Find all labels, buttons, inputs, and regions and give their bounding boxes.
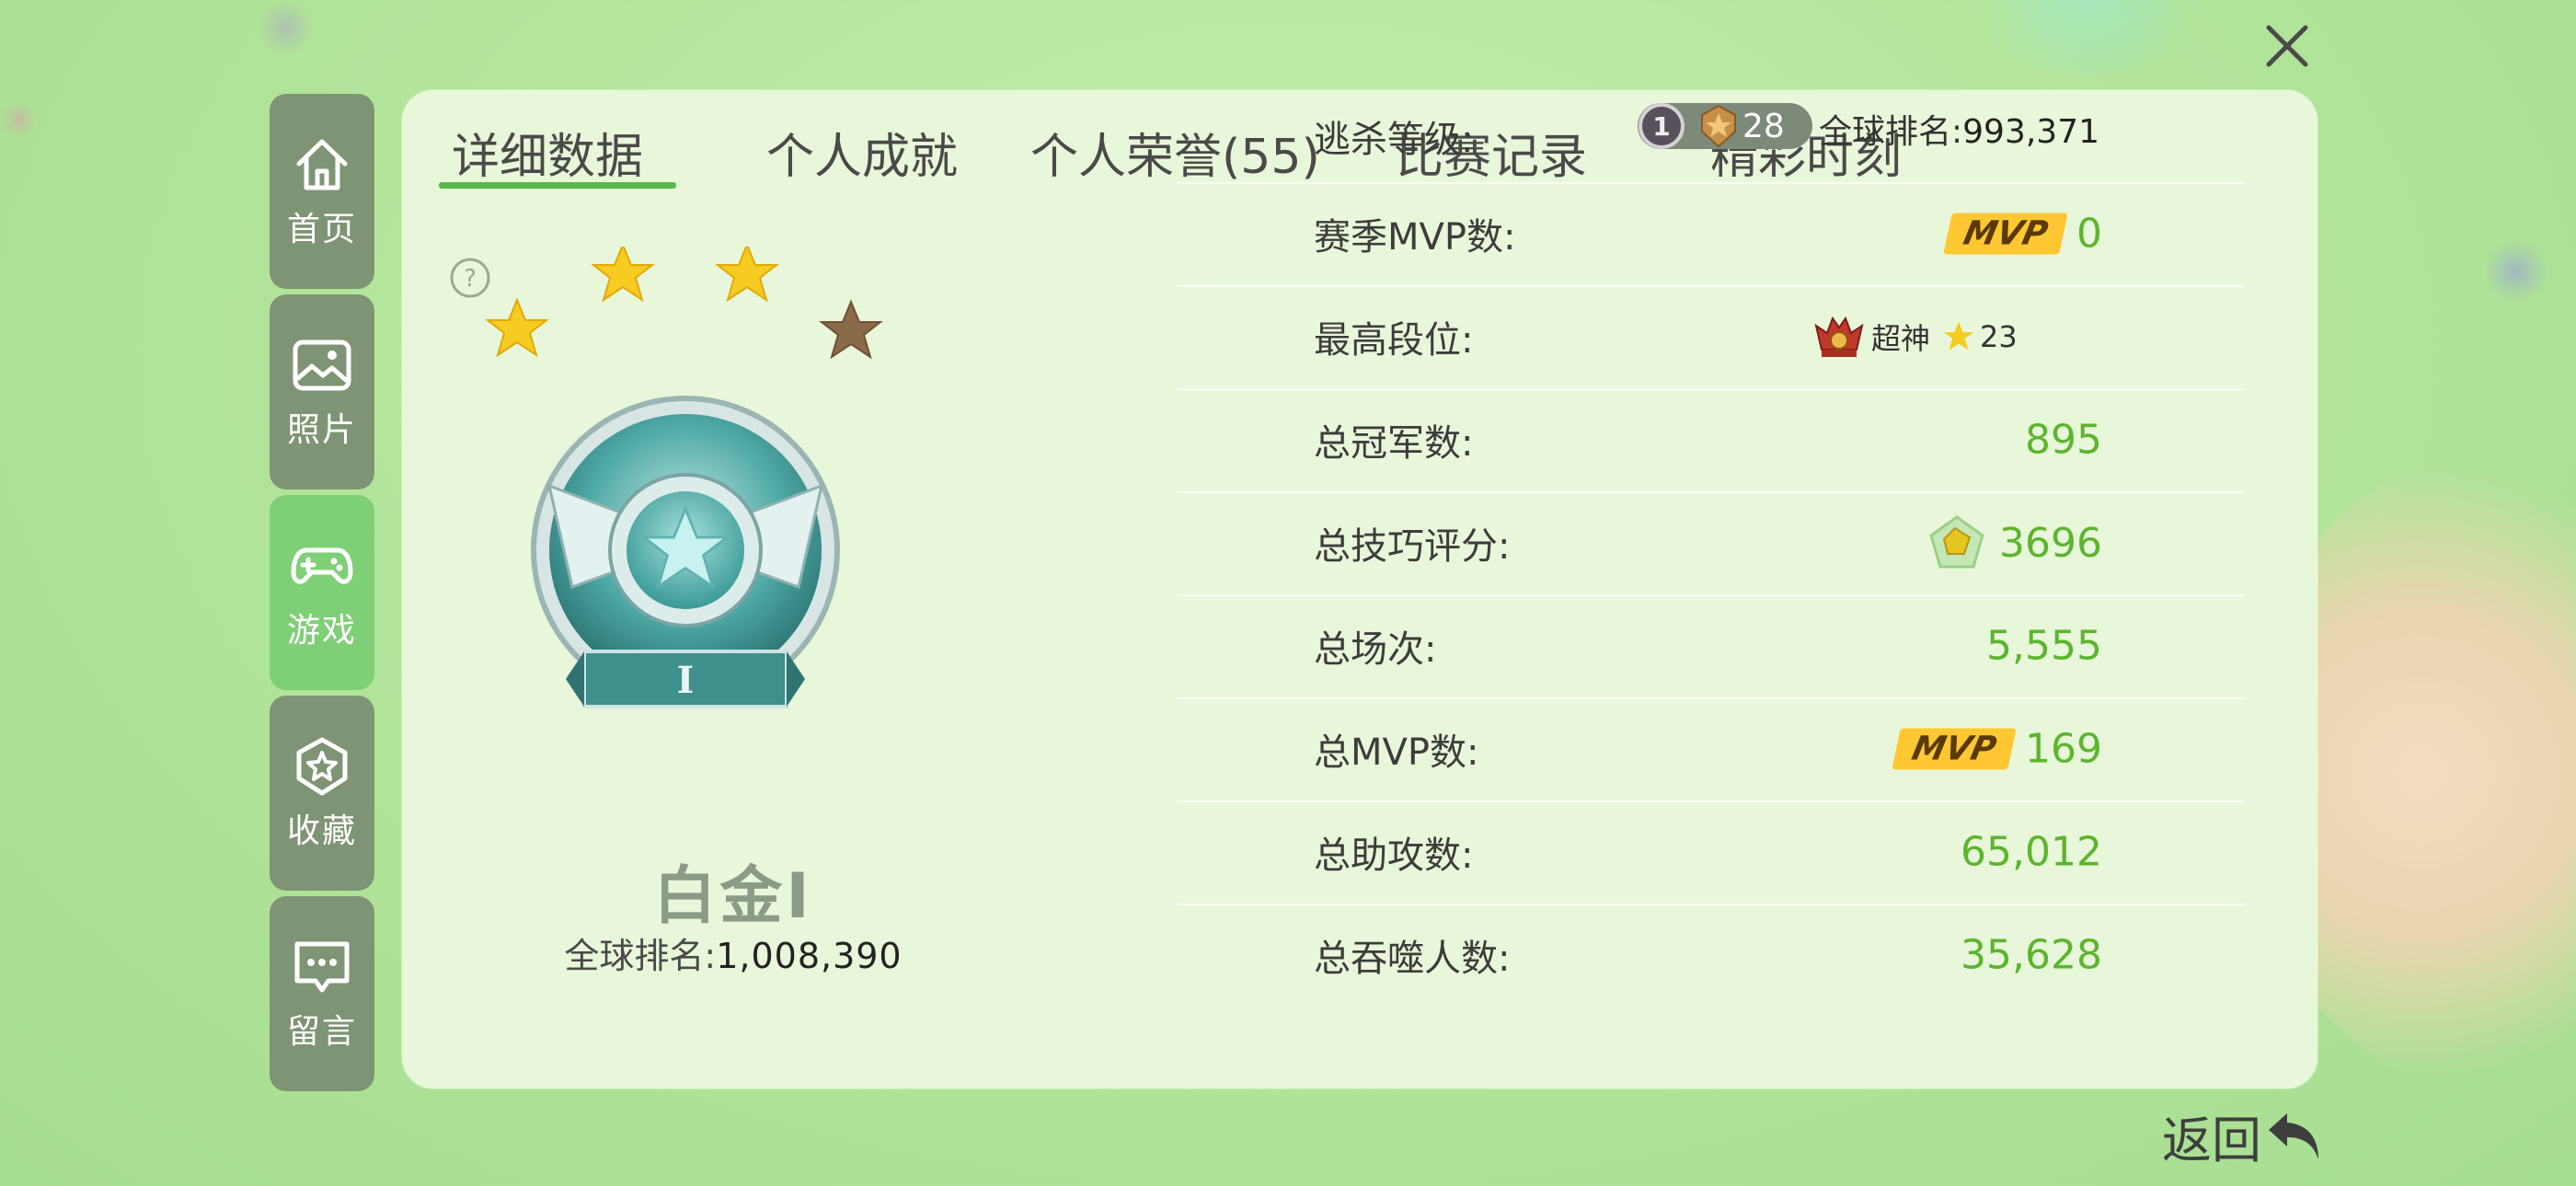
skill-pentagon-icon [1929,515,1984,569]
tab-achievements[interactable]: 个人成就 [766,118,958,187]
stat-label: 总吞噬人数: [1314,938,1511,980]
svg-text:?: ? [464,265,477,293]
rank-emblem: I [485,247,883,708]
home-icon [296,139,348,190]
background-blob [1950,0,2226,74]
sidebar-item-label: 留言 [286,1013,357,1051]
back-arrow-icon [2269,1112,2318,1159]
stat-row-season-mvp: 赛季MVP数: MVP 0 [1178,182,2245,287]
stat-label: 最高段位: [1314,319,1474,362]
mvp-badge: MVP [1943,213,2068,255]
stat-value: 3696 [1927,513,2102,572]
supreme-rank-icon [1814,316,1864,357]
highest-rank-name: 超神 [1871,321,1931,356]
rank-star [591,247,655,303]
stat-row-level: 逃杀等级: 1 28 全球排名:993,371 [1178,90,2245,184]
rank-name: 白金Ⅰ [653,860,813,933]
stat-row-highest-rank: 最高段位: 超神 23 [1178,285,2245,390]
highest-rank-stars: 23 [1980,319,2018,354]
stat-value: MVP 0 [1943,211,2102,258]
sidebar-item-favorites[interactable]: 收藏 [270,696,374,891]
background-blob [258,0,313,55]
photo-icon [293,340,351,391]
sidebar-item-games[interactable]: 游戏 [270,495,374,690]
rank-star [819,299,883,360]
stat-value: 895 [2025,416,2102,464]
stat-label: 逃杀等级: [1314,119,1474,161]
sidebar: 首页 照片 游戏 收藏 留言 [270,94,374,1097]
sidebar-item-home[interactable]: 首页 [270,94,374,289]
rank-star [485,297,549,358]
back-label: 返回 [2162,1111,2261,1169]
sidebar-item-photos[interactable]: 照片 [270,294,374,489]
rank-global-ranking: 全球排名:1,008,390 [402,927,1064,978]
active-tab-indicator [439,182,676,189]
back-button[interactable]: 返回 [2162,1100,2326,1172]
stat-row-champions: 总冠军数: 895 [1178,388,2245,493]
stat-row-assists: 总助攻数: 65,012 [1178,800,2245,905]
stat-row-devoured: 总吞噬人数: 35,628 [1178,904,2245,1007]
gamepad-icon [291,547,353,584]
highest-rank-value: 超神 23 [1812,313,2018,361]
message-icon [294,941,350,993]
stat-value: 65,012 [1961,828,2102,876]
level-global-ranking: 全球排名:993,371 [1819,113,2100,151]
stat-value: 5,555 [1986,622,2102,670]
svg-text:1: 1 [1652,111,1670,142]
stat-value: MVP 169 [1892,726,2102,773]
main-panel: 详细数据 个人成就 个人荣誉(55) 比赛记录 精彩时刻 ? I 白金Ⅰ 全球排… [402,90,2317,1088]
mvp-badge: MVP [1892,728,2017,770]
stat-label: 总助攻数: [1314,835,1474,877]
tab-detailed-data[interactable]: 详细数据 [452,118,643,187]
stat-row-total-games: 总场次: 5,555 [1178,594,2245,699]
sidebar-item-label: 收藏 [286,812,357,850]
close-icon [2266,25,2308,67]
sidebar-item-label: 游戏 [286,612,357,650]
stat-label: 总MVP数: [1314,731,1479,774]
rank-star [715,247,779,303]
stat-label: 总技巧评分: [1314,525,1511,568]
stat-row-skill-score: 总技巧评分: 3696 [1178,491,2245,596]
background-blob [2484,239,2548,304]
stat-label: 赛季MVP数: [1314,216,1516,259]
rank-emblem-numeral: I [677,659,695,702]
rank-global-label: 全球排名: [564,936,717,976]
background-blob [0,101,37,138]
close-button[interactable] [2261,20,2313,72]
stat-row-total-mvp: 总MVP数: MVP 169 [1178,697,2245,802]
rank-global-value: 1,008,390 [716,936,903,976]
level-rank-icon [1701,104,1736,148]
sidebar-item-messages[interactable]: 留言 [270,896,374,1091]
level-badge: 1 28 [1638,103,1812,149]
stat-value: 35,628 [1961,931,2102,979]
tier-medal-icon: 1 [1639,103,1685,149]
stat-label: 总冠军数: [1314,422,1474,465]
stat-label: 总场次: [1314,628,1437,671]
star-badge-icon [296,737,348,796]
level-value: 28 [1742,107,1785,145]
sidebar-item-label: 照片 [286,411,357,449]
sidebar-item-label: 首页 [286,211,357,248]
star-icon [1943,321,1974,351]
